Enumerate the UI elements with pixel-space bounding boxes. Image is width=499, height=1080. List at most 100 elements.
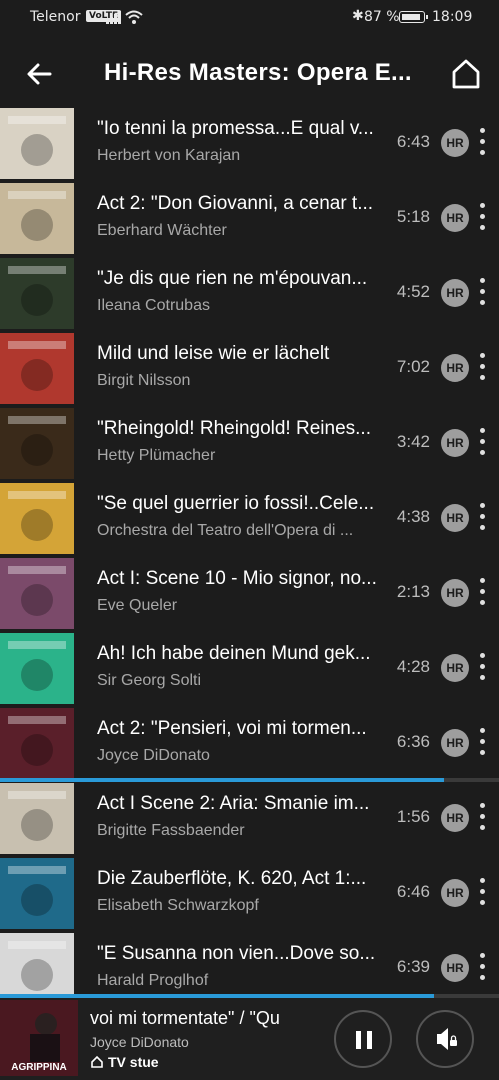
- more-options-button[interactable]: [474, 653, 490, 683]
- more-options-button[interactable]: [474, 203, 490, 233]
- track-duration: 2:13: [396, 582, 430, 601]
- album-art: [0, 933, 74, 994]
- track-artist: Eberhard Wächter: [97, 222, 227, 239]
- more-options-button[interactable]: [474, 428, 490, 458]
- hi-res-badge: HR: [441, 879, 469, 907]
- album-art: [0, 183, 74, 254]
- hi-res-badge: HR: [441, 579, 469, 607]
- track-row[interactable]: Die Zauberflöte, K. 620, Act 1:... Elisab…: [0, 856, 499, 931]
- volume-icon: [437, 1028, 457, 1050]
- track-row[interactable]: "Io tenni la promessa...E qual v... Herbe…: [0, 106, 499, 181]
- track-row[interactable]: Act 2: "Don Giovanni, a cenar t... Eberha…: [0, 181, 499, 256]
- track-artist: Eve Queler: [97, 597, 178, 614]
- track-title: Act I: Scene 10 - Mio signor, no...: [97, 568, 377, 589]
- track-title: Mild und leise wie er lächelt: [97, 343, 330, 364]
- battery-percent: 87 %: [364, 9, 400, 25]
- album-art: [0, 408, 74, 479]
- track-artist: Sir Georg Solti: [97, 672, 202, 689]
- home-button[interactable]: [448, 56, 484, 92]
- album-art: [0, 108, 74, 179]
- more-options-button[interactable]: [474, 503, 490, 533]
- album-art: [0, 258, 74, 329]
- hi-res-badge: HR: [441, 954, 469, 982]
- wifi-icon: [125, 10, 143, 28]
- more-options-button[interactable]: [474, 578, 490, 608]
- album-art: [0, 483, 74, 554]
- track-row[interactable]: "Rheingold! Rheingold! Reines... Hetty Pl…: [0, 406, 499, 481]
- track-title: Act 2: "Pensieri, voi mi tormen...: [97, 718, 367, 739]
- pause-button[interactable]: [334, 1010, 392, 1068]
- track-row[interactable]: Act 2: "Pensieri, voi mi tormen... Joyce …: [0, 706, 499, 781]
- track-duration: 7:02: [396, 357, 430, 376]
- track-title: "Io tenni la promessa...E qual v...: [97, 118, 374, 139]
- track-artist: Brigitte Fassbaender: [97, 822, 245, 839]
- more-options-button[interactable]: [474, 278, 490, 308]
- more-options-button[interactable]: [474, 803, 490, 833]
- status-bar: Telenor VoLTE ✱ 87 % 18:09: [0, 0, 499, 36]
- album-art: [0, 558, 74, 629]
- track-artist: Herbert von Karajan: [97, 147, 241, 164]
- track-row[interactable]: Act I: Scene 10 - Mio signor, no... Eve Q…: [0, 556, 499, 631]
- track-row[interactable]: "E Susanna non vien...Dove so... Harald P…: [0, 931, 499, 994]
- track-title: Ah! Ich habe deinen Mund gek...: [97, 643, 371, 664]
- room-name: TV stue: [108, 1054, 159, 1070]
- album-art: [0, 708, 74, 779]
- track-artist: Birgit Nilsson: [97, 372, 191, 389]
- mini-player-title: voi mi tormentate" / "Qu: [90, 1008, 280, 1028]
- volume-button[interactable]: [416, 1010, 474, 1068]
- track-artist: Harald Proglhof: [97, 972, 209, 989]
- track-row[interactable]: Act I Scene 2: Aria: Smanie im... Brigitt…: [0, 781, 499, 856]
- track-list: "Io tenni la promessa...E qual v... Herbe…: [0, 106, 499, 994]
- track-duration: 4:52: [396, 282, 430, 301]
- track-title: Die Zauberflöte, K. 620, Act 1:...: [97, 868, 367, 889]
- album-art: [0, 858, 74, 929]
- track-artist: Orchestra del Teatro dell'Opera di ...: [97, 522, 354, 539]
- track-title: "E Susanna non vien...Dove so...: [97, 943, 376, 964]
- mini-album-label: AGRIPPINA: [11, 1062, 67, 1073]
- hi-res-badge: HR: [441, 804, 469, 832]
- mini-player[interactable]: AGRIPPINA voi mi tormentate" / "Qu Joyce…: [0, 994, 499, 1080]
- track-row[interactable]: Ah! Ich habe deinen Mund gek... Sir Georg…: [0, 631, 499, 706]
- album-art: [0, 633, 74, 704]
- track-row[interactable]: "Se quel guerrier io fossi!..Cele... Orch…: [0, 481, 499, 556]
- track-duration: 1:56: [396, 807, 430, 826]
- track-duration: 6:39: [396, 957, 430, 976]
- track-title: "Se quel guerrier io fossi!..Cele...: [97, 493, 375, 514]
- bluetooth-icon: ✱: [352, 8, 364, 24]
- mini-player-progress: [0, 994, 499, 998]
- more-options-button[interactable]: [474, 953, 490, 983]
- track-artist: Joyce DiDonato: [97, 747, 210, 764]
- track-title: Act 2: "Don Giovanni, a cenar t...: [97, 193, 374, 214]
- more-options-button[interactable]: [474, 353, 490, 383]
- track-title: Act I Scene 2: Aria: Smanie im...: [97, 793, 370, 814]
- battery-icon: [399, 11, 428, 23]
- track-artist: Ileana Cotrubas: [97, 297, 210, 314]
- track-title: "Rheingold! Rheingold! Reines...: [97, 418, 371, 439]
- hi-res-badge: HR: [441, 654, 469, 682]
- track-duration: 3:42: [396, 432, 430, 451]
- hi-res-badge: HR: [441, 429, 469, 457]
- hi-res-badge: HR: [441, 129, 469, 157]
- app-bar: Hi-Res Masters: Opera E...: [0, 40, 499, 106]
- signal-icon: [106, 10, 122, 24]
- track-duration: 5:18: [396, 207, 430, 226]
- mini-player-room[interactable]: TV stue: [90, 1054, 159, 1070]
- hi-res-badge: HR: [441, 354, 469, 382]
- hi-res-badge: HR: [441, 279, 469, 307]
- track-title: "Je dis que rien ne m'épouvan...: [97, 268, 368, 289]
- more-options-button[interactable]: [474, 128, 490, 158]
- track-duration: 6:43: [396, 132, 430, 151]
- carrier-name: Telenor: [30, 9, 81, 25]
- hi-res-badge: HR: [441, 504, 469, 532]
- track-duration: 4:38: [396, 507, 430, 526]
- track-artist: Hetty Plümacher: [97, 447, 216, 464]
- back-button[interactable]: [20, 54, 60, 94]
- mini-player-album-art: AGRIPPINA: [0, 1000, 78, 1076]
- home-icon: [452, 59, 480, 89]
- more-options-button[interactable]: [474, 878, 490, 908]
- clock: 18:09: [432, 9, 473, 25]
- page-title: Hi-Res Masters: Opera E...: [104, 59, 412, 86]
- track-row[interactable]: Mild und leise wie er lächelt Birgit Nils…: [0, 331, 499, 406]
- track-row[interactable]: "Je dis que rien ne m'épouvan... Ileana C…: [0, 256, 499, 331]
- more-options-button[interactable]: [474, 728, 490, 758]
